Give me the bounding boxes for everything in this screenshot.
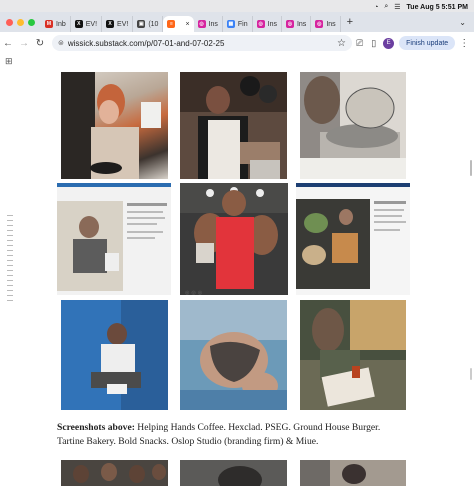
instagram-icon: ◎ <box>197 20 206 28</box>
menu-icon[interactable]: ⋮ <box>459 38 469 49</box>
photo-groundhouse-muscle[interactable] <box>180 183 288 295</box>
tab-label: Ins <box>296 20 307 28</box>
search-icon[interactable]: ⌕ <box>384 3 388 11</box>
menubar-clock[interactable]: Tue Aug 5 5:51 PM <box>407 4 468 11</box>
photo-art <box>180 300 287 410</box>
tab-label: EV! <box>85 20 98 28</box>
browser-tab[interactable]: ◎ Ins <box>282 16 312 32</box>
bookmarks-bar: ⊞ <box>0 54 474 68</box>
photo-row4-group[interactable] <box>61 460 168 486</box>
browser-tab[interactable]: ▦ Fin <box>223 16 253 32</box>
extensions-icon[interactable]: ▯ <box>371 38 376 49</box>
scrollbar-thumb[interactable] <box>470 160 472 176</box>
browser-tab[interactable]: ≡ × <box>163 16 194 32</box>
browser-tab[interactable]: M Inb <box>41 16 71 32</box>
instagram-icon: ◎ <box>315 20 324 28</box>
photo-row4-right[interactable] <box>300 460 406 486</box>
browser-tab[interactable]: X EV! <box>102 16 134 32</box>
photo-oslop-magazine[interactable] <box>300 300 406 410</box>
site-info-icon[interactable]: ⊜ <box>58 39 64 47</box>
photo-tattoo-pot[interactable] <box>300 72 406 179</box>
photo-row4-middle[interactable] <box>180 460 287 486</box>
minimize-window-button[interactable] <box>17 18 24 26</box>
tab-label: Ins <box>326 20 336 28</box>
photo-art <box>61 72 161 179</box>
window-controls <box>0 18 41 26</box>
photo-art <box>300 300 406 407</box>
tab-label: EV! <box>117 20 129 28</box>
x-icon: X <box>74 20 83 28</box>
article-content: ◎◎◎ Screenshots above: Helping Hands Cof… <box>0 68 474 486</box>
browser-tab[interactable]: ◎ Ins <box>253 16 282 32</box>
screenshot-tartine[interactable] <box>296 183 410 295</box>
tab-label: (10 <box>148 20 159 28</box>
browser-tab[interactable]: X EV! <box>71 16 103 32</box>
carousel-dots: ◎◎◎ <box>185 290 205 296</box>
tab-label: Fin <box>237 20 248 28</box>
photo-art <box>300 460 366 486</box>
bookmark-star-icon[interactable]: ☆ <box>337 38 346 49</box>
photo-art <box>296 183 410 289</box>
reload-button[interactable]: ↻ <box>32 38 48 49</box>
screenshot-pseg[interactable] <box>57 183 171 295</box>
photo-hexclad-chef[interactable] <box>180 72 287 179</box>
instagram-icon: ◎ <box>256 20 265 28</box>
photo-art <box>180 183 288 289</box>
browser-tab[interactable]: ▣ (10 <box>133 16 164 32</box>
close-window-button[interactable] <box>6 18 13 26</box>
photo-art <box>73 463 166 483</box>
wifi-icon[interactable]: ◔ <box>374 4 378 11</box>
cast-icon[interactable]: ⎚ <box>356 38 363 49</box>
control-center-icon[interactable]: ☰ <box>394 3 400 11</box>
app-icon: ▣ <box>137 20 146 28</box>
apps-grid-icon[interactable]: ⊞ <box>5 56 13 67</box>
screenshots-caption: Screenshots above: Helping Hands Coffee.… <box>57 421 402 449</box>
gmail-icon: M <box>45 20 53 28</box>
finish-update-button[interactable]: Finish update <box>399 36 456 50</box>
browser-tab[interactable]: ◎ Ins <box>194 16 223 32</box>
caption-lead: Screenshots above: <box>57 422 135 433</box>
x-icon: X <box>106 20 115 28</box>
scroll-marker <box>470 368 472 380</box>
browser-tab[interactable]: ◎ Ins <box>311 16 341 32</box>
photo-bold-snacks-court[interactable] <box>61 300 168 410</box>
profile-avatar[interactable]: E <box>383 37 395 49</box>
photo-art <box>61 300 168 410</box>
photo-art <box>57 183 171 291</box>
tab-search-icon[interactable]: ⌄ <box>459 18 466 27</box>
table-of-contents-rail[interactable] <box>7 215 13 305</box>
photo-tattoo-hand[interactable] <box>180 300 287 410</box>
new-tab-button[interactable]: + <box>347 16 353 28</box>
address-bar[interactable]: ⊜ wissick.substack.com/p/07-01-and-07-02… <box>52 35 352 51</box>
photo-art <box>300 72 406 179</box>
tab-strip: M Inb X EV! X EV! ▣ (10 ≡ × ◎ Ins ▦ Fin ◎ Ins ◎ Ins ◎ Ins +… <box>0 12 474 32</box>
finder-icon: ▦ <box>226 20 235 28</box>
url-text: wissick.substack.com/p/07-01-and-07-02-2… <box>67 38 225 48</box>
zoom-window-button[interactable] <box>28 18 35 26</box>
tab-label: Ins <box>208 20 218 28</box>
tab-label: Ins <box>267 20 277 28</box>
substack-icon: ≡ <box>167 20 176 28</box>
back-button[interactable]: ← <box>0 38 16 49</box>
photo-art <box>180 72 287 179</box>
tab-label: Inb <box>56 20 66 28</box>
photo-art <box>218 466 262 486</box>
browser-toolbar: ← → ↻ ⊜ wissick.substack.com/p/07-01-and… <box>0 32 474 55</box>
photo-coffee-woman[interactable] <box>61 72 168 179</box>
forward-button[interactable]: → <box>16 38 32 49</box>
close-tab-icon[interactable]: × <box>185 21 189 28</box>
instagram-icon: ◎ <box>285 20 294 28</box>
